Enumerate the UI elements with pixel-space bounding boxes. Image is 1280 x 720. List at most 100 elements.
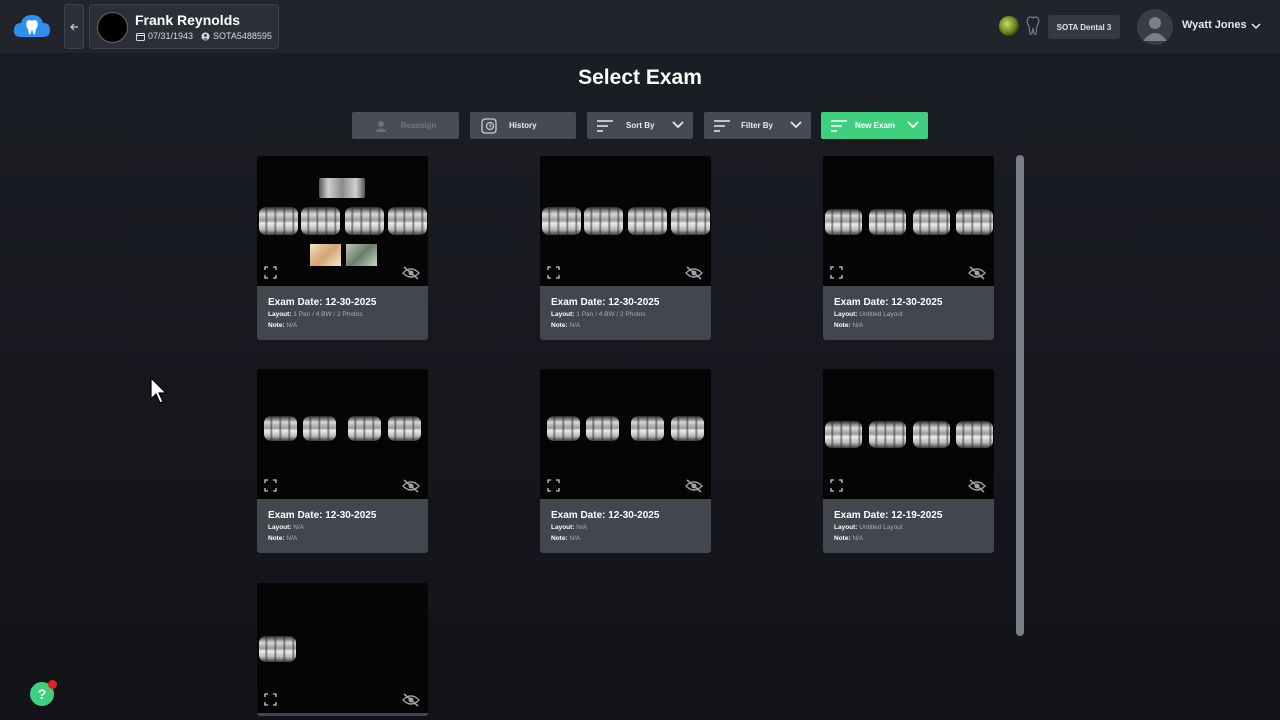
- exam-thumbnail: [257, 369, 428, 499]
- intraoral-photo: [310, 244, 341, 266]
- bitewing-xray: [388, 207, 427, 235]
- layout-label: Layout:: [551, 524, 575, 531]
- eye-slash-icon[interactable]: [402, 266, 420, 280]
- patient-meta: 07/31/1943 SOTA5488595: [136, 31, 272, 41]
- patient-card[interactable]: Frank Reynolds 07/31/1943 SOTA5488595: [89, 4, 279, 49]
- reassign-icon: [374, 120, 387, 132]
- exam-thumbnail: [257, 156, 428, 286]
- pan-xray: [319, 178, 365, 198]
- eye-slash-icon[interactable]: [402, 479, 420, 493]
- exam-layout: 1 Pan / 4 BW / 2 Photos: [293, 311, 363, 318]
- exam-date: Exam Date: 12-30-2025: [551, 297, 660, 308]
- chevron-down-icon: [907, 121, 919, 129]
- user-avatar-icon: [1143, 17, 1167, 41]
- cloud-tooth-logo-icon[interactable]: [12, 12, 52, 40]
- expand-icon[interactable]: [830, 479, 843, 492]
- bitewing-xray: [825, 209, 862, 235]
- exam-date: Exam Date: 12-30-2025: [834, 297, 943, 308]
- exam-date: Exam Date: 12-19-2025: [834, 510, 943, 521]
- scrollbar[interactable]: [1016, 155, 1024, 636]
- tooth-icon[interactable]: [1025, 16, 1041, 36]
- exam-card[interactable]: Exam Date: 12-19-2025 Layout: Untitled L…: [823, 369, 994, 553]
- bitewing-xray: [913, 421, 950, 448]
- note-label: Note:: [551, 322, 568, 329]
- exam-info: Exam Date: 12-30-2025 Layout: Untitled L…: [823, 286, 994, 340]
- exam-date: Exam Date: 12-30-2025: [268, 297, 377, 308]
- practice-badge[interactable]: SOTA Dental 3: [1048, 15, 1120, 39]
- expand-icon[interactable]: [264, 693, 277, 706]
- history-icon: [481, 117, 497, 134]
- exam-card[interactable]: [257, 583, 428, 716]
- back-button[interactable]: [64, 4, 84, 49]
- page-title: Select Exam: [578, 66, 702, 89]
- bitewing-xray: [671, 207, 710, 235]
- bitewing-xray: [913, 209, 950, 235]
- expand-icon[interactable]: [830, 266, 843, 279]
- exam-card[interactable]: Exam Date: 12-30-2025 Layout: 1 Pan / 4 …: [540, 156, 711, 340]
- expand-icon[interactable]: [547, 266, 560, 279]
- exam-card[interactable]: Exam Date: 12-30-2025 Layout: N/A Note: …: [257, 369, 428, 553]
- eye-slash-icon[interactable]: [685, 266, 703, 280]
- exam-card[interactable]: Exam Date: 12-30-2025 Layout: Untitled L…: [823, 156, 994, 340]
- exam-note: N/A: [286, 322, 298, 329]
- id-icon: [201, 32, 210, 40]
- bitewing-xray: [303, 416, 336, 441]
- history-button[interactable]: History: [470, 112, 576, 139]
- reassign-button[interactable]: Reassign: [352, 112, 459, 139]
- bitewing-xray: [956, 421, 993, 448]
- exam-date: Exam Date: 12-30-2025: [268, 510, 377, 521]
- layout-label: Layout:: [834, 524, 858, 531]
- user-name[interactable]: Wyatt Jones: [1182, 19, 1247, 31]
- cursor-icon: [150, 377, 168, 404]
- back-arrow-icon: [69, 23, 78, 30]
- exam-date: Exam Date: 12-30-2025: [551, 510, 660, 521]
- bitewing-xray: [586, 416, 619, 441]
- bitewing-xray: [869, 209, 906, 235]
- chevron-down-icon[interactable]: [1251, 21, 1261, 31]
- eye-slash-icon[interactable]: [402, 693, 420, 707]
- eye-slash-icon[interactable]: [968, 479, 986, 493]
- exam-note: N/A: [569, 535, 581, 542]
- exam-card[interactable]: Exam Date: 12-30-2025 Layout: 1 Pan / 4 …: [257, 156, 428, 340]
- filter-by-button[interactable]: Filter By: [704, 112, 811, 139]
- exam-note: N/A: [569, 322, 581, 329]
- bitewing-xray: [956, 209, 993, 235]
- expand-icon[interactable]: [264, 479, 277, 492]
- bitewing-xray: [388, 416, 421, 441]
- sort-lines-icon: [597, 119, 613, 132]
- expand-icon[interactable]: [264, 266, 277, 279]
- bitewing-xray: [547, 416, 580, 441]
- eye-slash-icon[interactable]: [685, 479, 703, 493]
- bitewing-xray: [259, 207, 298, 235]
- notification-dot: [48, 680, 57, 689]
- exam-info: [257, 713, 428, 716]
- bitewing-xray: [259, 636, 296, 662]
- sort-by-label: Sort By: [626, 121, 655, 130]
- exam-thumbnail: [823, 156, 994, 286]
- bitewing-xray: [671, 416, 704, 441]
- exam-info: Exam Date: 12-30-2025 Layout: 1 Pan / 4 …: [257, 286, 428, 340]
- bitewing-xray: [301, 207, 340, 235]
- eye-slash-icon[interactable]: [968, 266, 986, 280]
- exam-layout: Untitled Layout: [859, 524, 903, 531]
- exam-info: Exam Date: 12-30-2025 Layout: 1 Pan / 4 …: [540, 286, 711, 340]
- new-exam-lines-icon: [831, 119, 847, 132]
- bitewing-xray: [631, 416, 664, 441]
- layout-label: Layout:: [834, 311, 858, 318]
- bitewing-xray: [584, 207, 623, 235]
- exam-layout: Untitled Layout: [859, 311, 903, 318]
- sort-by-button[interactable]: Sort By: [587, 112, 693, 139]
- new-exam-button[interactable]: New Exam: [821, 112, 928, 139]
- bitewing-xray: [628, 207, 667, 235]
- user-avatar[interactable]: [1137, 9, 1173, 45]
- note-label: Note:: [268, 535, 285, 542]
- exam-note: N/A: [852, 535, 864, 542]
- expand-icon[interactable]: [547, 479, 560, 492]
- status-orb-icon[interactable]: [999, 16, 1019, 36]
- help-icon: ?: [37, 686, 47, 702]
- bitewing-xray: [869, 421, 906, 448]
- note-label: Note:: [268, 322, 285, 329]
- chevron-down-icon: [790, 121, 802, 129]
- patient-avatar: [97, 12, 128, 43]
- exam-card[interactable]: Exam Date: 12-30-2025 Layout: N/A Note: …: [540, 369, 711, 553]
